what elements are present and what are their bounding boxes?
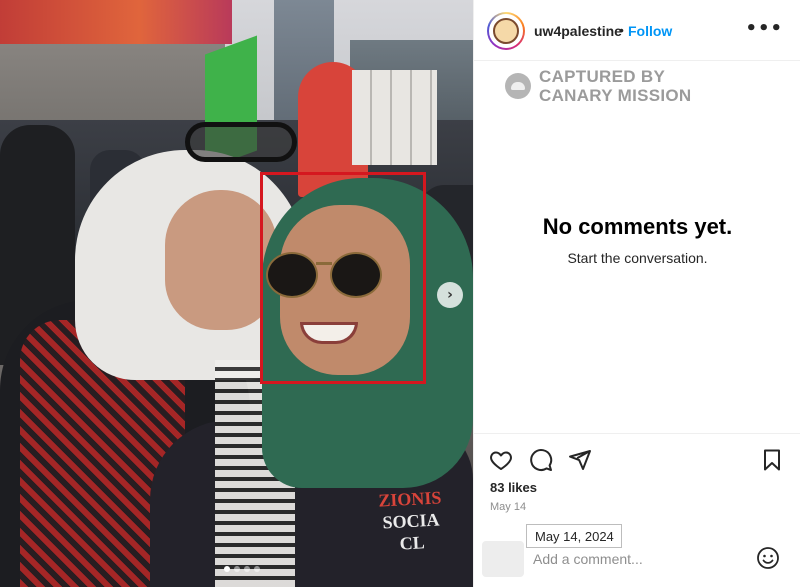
photo-shirt-text: ZIONIS SOCIA CL bbox=[354, 485, 467, 557]
photo-sunglasses-on-head bbox=[185, 122, 297, 162]
canary-seal-icon bbox=[505, 73, 531, 99]
watermark: CAPTURED BY CANARY MISSION bbox=[505, 67, 692, 105]
more-options-icon[interactable]: ••• bbox=[745, 18, 783, 39]
carousel-dot[interactable] bbox=[234, 566, 240, 572]
carousel-dot[interactable] bbox=[254, 566, 260, 572]
profile-logo bbox=[493, 18, 519, 44]
add-comment-input[interactable] bbox=[533, 549, 743, 569]
post-date[interactable]: May 14 bbox=[490, 501, 526, 513]
post-header: uw4palestine • Follow ••• bbox=[474, 0, 800, 61]
watermark-text: CAPTURED BY CANARY MISSION bbox=[539, 67, 692, 105]
action-bar bbox=[474, 433, 800, 483]
highlight-box bbox=[260, 172, 426, 384]
share-icon[interactable] bbox=[568, 448, 592, 472]
comment-icon[interactable] bbox=[529, 448, 553, 472]
username-link[interactable]: uw4palestine bbox=[534, 23, 622, 39]
post-side-panel: uw4palestine • Follow ••• CAPTURED BY CA… bbox=[473, 0, 800, 587]
heart-icon[interactable] bbox=[489, 448, 513, 472]
bookmark-icon[interactable] bbox=[760, 448, 784, 472]
carousel-dots bbox=[224, 566, 260, 572]
separator-dot: • bbox=[619, 22, 624, 38]
post-photo[interactable]: ZIONIS SOCIA CL › bbox=[0, 0, 473, 587]
watermark-line2: CANARY MISSION bbox=[539, 86, 692, 105]
shirt-text-line1: ZIONIS bbox=[377, 487, 442, 511]
avatar-inner bbox=[489, 14, 523, 48]
likes-count[interactable]: 83 likes bbox=[490, 480, 537, 495]
comment-composer bbox=[474, 537, 800, 587]
photo-billboard bbox=[0, 0, 232, 44]
emoji-icon[interactable] bbox=[756, 546, 780, 570]
watermark-line1: CAPTURED BY bbox=[539, 67, 666, 86]
no-comments-subtitle: Start the conversation. bbox=[567, 250, 708, 266]
carousel-dot[interactable] bbox=[244, 566, 250, 572]
carousel-next-button[interactable]: › bbox=[437, 282, 463, 308]
carousel-dot[interactable] bbox=[224, 566, 230, 572]
date-tooltip: May 14, 2024 bbox=[526, 524, 622, 548]
no-comments-title: No comments yet. bbox=[542, 214, 733, 239]
current-user-avatar bbox=[482, 541, 524, 577]
photo-signs bbox=[352, 70, 437, 165]
follow-button[interactable]: Follow bbox=[628, 23, 672, 39]
avatar[interactable] bbox=[487, 12, 525, 50]
